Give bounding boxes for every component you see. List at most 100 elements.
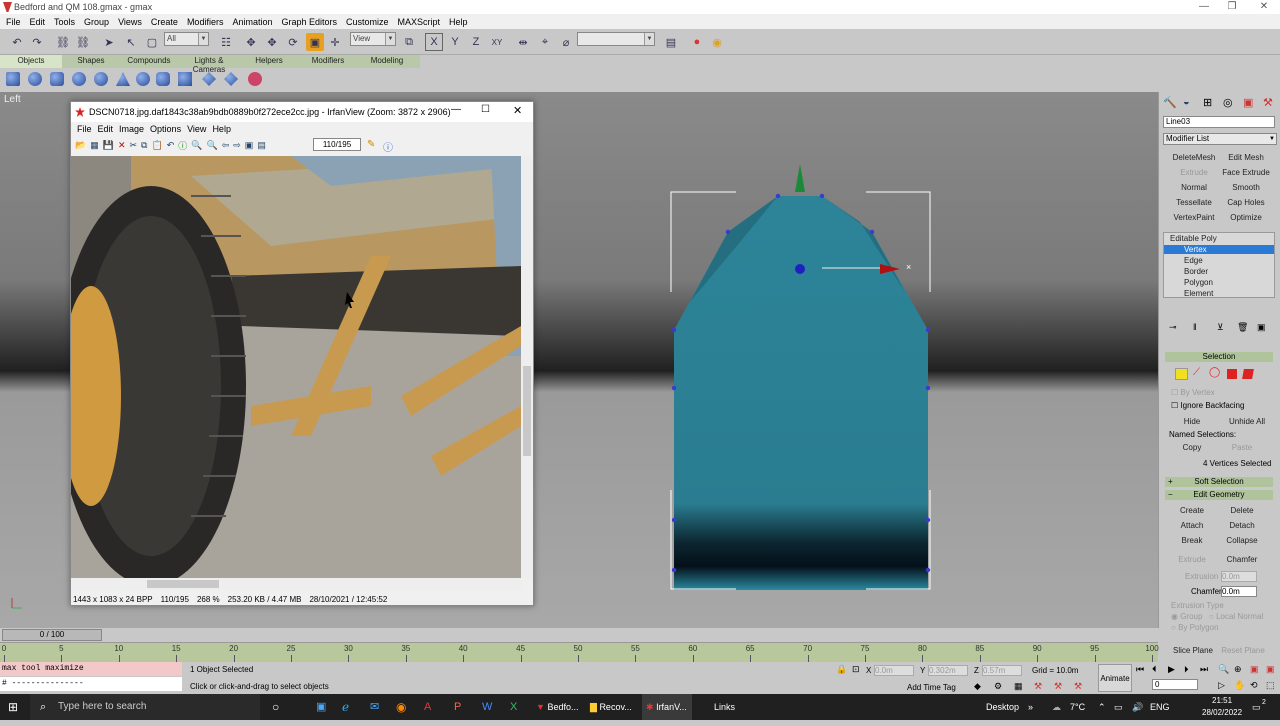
soft-selection-rollout[interactable]: + Soft Selection (1165, 477, 1273, 487)
vertex-mode-icon[interactable] (1175, 368, 1188, 380)
edit-geometry-rollout[interactable]: − Edit Geometry (1165, 490, 1273, 500)
rotate-icon[interactable]: ✥ (263, 33, 281, 51)
local-normal-radio[interactable]: ○ Local Normal (1209, 612, 1263, 621)
configure-sets-icon[interactable]: ▣ (1257, 322, 1266, 333)
copy-icon[interactable]: ⧉ (141, 140, 147, 151)
redo-icon[interactable]: ↷ (28, 33, 46, 51)
plane-grid-icon[interactable] (178, 72, 192, 86)
irfan-menu-options[interactable]: Options (150, 124, 181, 134)
irfan-minimize-button[interactable]: — (451, 104, 461, 115)
viewport-label[interactable]: Left (4, 94, 21, 105)
chevron-right-icon[interactable]: » (1028, 694, 1033, 720)
goto-end-icon[interactable]: ⏭ (1200, 664, 1208, 675)
deletemesh-button[interactable]: DeleteMesh (1167, 152, 1221, 164)
acrobat-icon[interactable]: A (424, 694, 431, 720)
tab-shapes[interactable]: Shapes (62, 55, 120, 68)
tab-modeling[interactable]: Modeling (358, 55, 416, 68)
clock-date[interactable]: 28/02/2022 (1202, 700, 1242, 726)
object-name-field[interactable]: Line03 (1163, 116, 1275, 128)
page-icon[interactable]: ▣ (245, 140, 254, 151)
menu-animation[interactable]: Animation (232, 17, 272, 27)
track-bar[interactable]: 0 5 10 15 20 25 30 35 40 45 50 55 60 65 70 75 80 85 90 95 10… (0, 642, 1159, 662)
by-polygon-radio[interactable]: ○ By Polygon (1171, 623, 1219, 632)
menu-maxscript[interactable]: MAXScript (398, 17, 441, 27)
print-icon[interactable]: ▤ (257, 140, 266, 151)
border-mode-icon[interactable]: ◯ (1209, 367, 1220, 378)
close-button[interactable]: ✕ (1250, 0, 1278, 14)
tab-objects[interactable]: Objects (0, 55, 62, 68)
smooth-button[interactable]: Smooth (1219, 182, 1273, 194)
stack-item-polygon[interactable]: Polygon (1184, 278, 1213, 287)
time-slider-thumb[interactable]: 0 / 100 (2, 629, 102, 641)
taskbar-app-gmax[interactable]: ▼ Bedfo... (536, 694, 578, 720)
weather-temp[interactable]: 7°C (1070, 694, 1085, 720)
irfan-menu-image[interactable]: Image (119, 124, 144, 134)
arc-rotate-icon[interactable]: ⟲ (1250, 680, 1258, 691)
zoom-extents-icon[interactable]: ▣ (1250, 664, 1259, 675)
scale-icon[interactable]: ⟳ (284, 33, 302, 51)
selection-rollout[interactable]: Selection (1165, 352, 1273, 362)
extrusion-field[interactable]: 0.0m (1221, 571, 1257, 582)
key-red2-icon[interactable]: ⚒ (1054, 681, 1062, 692)
weather-icon[interactable]: ☁ (1052, 694, 1061, 720)
axis-xy-icon[interactable]: XY (488, 33, 506, 51)
irfan-menu-edit[interactable]: Edit (98, 124, 114, 134)
goto-start-icon[interactable]: ⏮ (1136, 664, 1144, 675)
undo-icon[interactable]: ↶ (8, 33, 26, 51)
uniform-scale-icon[interactable]: ▣ (306, 33, 324, 51)
key-filter-icon[interactable]: ▦ (1014, 681, 1023, 692)
prev-frame-icon[interactable]: ⏴ (1152, 664, 1157, 675)
restore-button[interactable]: ❐ (1218, 0, 1246, 14)
select-icon[interactable]: ➤ (100, 33, 118, 51)
edge-mode-icon[interactable]: ⟋ (1193, 367, 1200, 378)
notification-icon[interactable]: ▭ (1252, 694, 1261, 720)
thumbnails-icon[interactable]: ▦ (90, 140, 99, 151)
menu-create[interactable]: Create (151, 17, 178, 27)
select-by-name-icon[interactable]: ☷ (217, 33, 235, 51)
current-frame-field[interactable]: 0 (1152, 679, 1198, 690)
spring-icon[interactable] (248, 72, 262, 86)
unhide-all-button[interactable]: Unhide All (1219, 416, 1275, 428)
key-red-icon[interactable]: ⚒ (1034, 681, 1042, 692)
unlink-icon[interactable]: ⛓ (74, 33, 92, 51)
display-tab-icon[interactable]: ▣ (1243, 96, 1253, 109)
hedra2-icon[interactable] (224, 72, 238, 86)
irfanview-window[interactable]: DSCN0718.jpg.daf1843c38ab9bdb0889b0f272e… (70, 101, 534, 606)
z-coord-field[interactable]: 0.57m (982, 665, 1022, 676)
excel-icon[interactable]: X (510, 694, 517, 720)
hedra-icon[interactable] (202, 72, 216, 86)
maxscript-listener-1[interactable]: max tool maximize (0, 662, 182, 676)
undo-icon[interactable]: ↶ (167, 140, 175, 151)
sphere-icon[interactable] (28, 72, 42, 86)
next-frame-icon[interactable]: ⏵ (1184, 664, 1189, 675)
create-tab-icon[interactable]: 🔨 (1163, 96, 1177, 109)
maxscript-listener-2[interactable]: # --------------- (0, 677, 182, 691)
manipulate-icon[interactable]: ✛ (326, 33, 344, 51)
torus-icon[interactable] (72, 72, 86, 86)
break-button[interactable]: Break (1169, 535, 1215, 547)
time-slider[interactable]: 0 / 100 (0, 628, 1158, 642)
x-coord-field[interactable]: 0.0m (874, 665, 914, 676)
set-key-icon[interactable]: ⚙ (994, 681, 1002, 692)
utilities-tab-icon[interactable]: ⚒ (1263, 96, 1273, 109)
element-mode-icon[interactable] (1242, 369, 1254, 379)
irfan-menu-help[interactable]: Help (212, 124, 231, 134)
zoom-icon[interactable]: 🔍 (1218, 664, 1229, 675)
menu-customize[interactable]: Customize (346, 17, 389, 27)
vertical-scrollbar[interactable] (521, 156, 533, 578)
tab-compounds[interactable]: Compounds (120, 55, 178, 68)
make-unique-icon[interactable]: ⊻ (1217, 322, 1224, 333)
chamfer-button[interactable]: Chamfer (1219, 554, 1265, 566)
extrude-button[interactable]: Extrude (1169, 554, 1215, 566)
add-time-tag[interactable]: Add Time Tag (907, 683, 956, 692)
save-icon[interactable]: 💾 (103, 140, 114, 151)
menu-tools[interactable]: Tools (54, 17, 75, 27)
geosphere-icon[interactable] (136, 72, 150, 86)
optimize-button[interactable]: Optimize (1219, 212, 1273, 224)
mail-icon[interactable]: ✉ (370, 694, 379, 720)
paste-icon[interactable]: 📋 (151, 140, 162, 151)
minimize-button[interactable]: — (1190, 0, 1218, 14)
motion-tab-icon[interactable]: ◎ (1223, 96, 1233, 109)
collapse-button[interactable]: Collapse (1219, 535, 1265, 547)
pin-stack-icon[interactable]: ⊸ (1169, 322, 1177, 333)
